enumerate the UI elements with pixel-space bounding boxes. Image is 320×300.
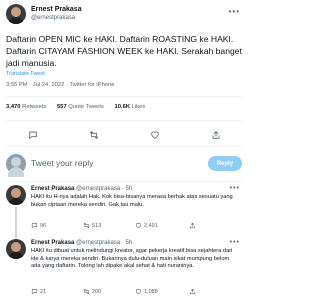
retweet-action[interactable]: 513 (83, 222, 101, 229)
divider (6, 96, 242, 97)
reply-action[interactable]: 21 (31, 288, 46, 295)
divider (6, 181, 242, 182)
likes-label: Likes (131, 104, 146, 110)
tweet-header: Ernest Prakasa @ernestprakasa ••• (6, 4, 242, 26)
retweets-stat[interactable]: 3,470 Retweets (6, 104, 46, 110)
tweet-meta[interactable]: 3:55 PM · Jul 24, 2022 · Twitter for iPh… (6, 82, 114, 88)
divider (6, 120, 242, 121)
author-name[interactable]: Ernest Prakasa (31, 5, 82, 14)
avatar-face (11, 188, 21, 198)
share-action[interactable] (189, 288, 196, 295)
reply-text: HAKI itu H-nya adalah Hak. Kok bisa-bisa… (31, 194, 233, 208)
retweet-icon (83, 288, 90, 295)
reply-input[interactable] (31, 158, 181, 168)
reply-author-handle[interactable]: @ernestprakasa · 5h (76, 186, 132, 192)
like-action[interactable]: 2,491 (135, 222, 158, 229)
avatar-body (8, 17, 24, 24)
tweet-text: Daftarin OPEN MIC ke HAKI. Daftarin ROAS… (6, 34, 242, 68)
avatar-body (8, 167, 24, 177)
more-icon[interactable]: ••• (230, 185, 240, 192)
thread-line (15, 207, 17, 239)
reply-actions: 96 513 2,491 (31, 222, 239, 231)
reply-author-name[interactable]: Ernest Prakasa (31, 186, 74, 192)
retweet-icon (83, 222, 90, 229)
avatar-face (11, 157, 21, 167)
likes-stat[interactable]: 10.6K Likes (115, 104, 146, 110)
reply-actions: 21 200 1,088 (31, 288, 239, 297)
avatar-face (11, 242, 21, 252)
divider (6, 146, 242, 147)
reply-action[interactable]: 96 (31, 222, 46, 229)
share-icon[interactable] (210, 129, 222, 141)
author-block[interactable]: Ernest Prakasa @ernestprakasa (31, 5, 82, 22)
like-icon[interactable] (149, 129, 161, 141)
reply-icon (31, 223, 38, 229)
quotes-stat[interactable]: 557 Quote Tweets (57, 104, 104, 110)
reply-button[interactable]: Reply (208, 156, 242, 171)
avatar-face (11, 7, 21, 17)
share-icon (190, 222, 195, 229)
reply-tweet[interactable]: Ernest Prakasa @ernestprakasa · 5h ••• H… (0, 239, 248, 300)
author-handle[interactable]: @ernestprakasa (31, 14, 82, 22)
retweet-count: 513 (92, 222, 102, 229)
viewer-avatar (6, 154, 26, 177)
reply-tweet[interactable]: Ernest Prakasa @ernestprakasa · 5h ••• H… (0, 185, 248, 239)
reply-author-name[interactable]: Ernest Prakasa (31, 240, 74, 246)
retweets-label: Retweets (22, 104, 47, 110)
quotes-label: Quote Tweets (68, 104, 104, 110)
tweet-stats: 3,470 Retweets 557 Quote Tweets 10.6K Li… (6, 104, 154, 110)
like-count: 1,088 (144, 288, 158, 295)
retweets-count: 3,470 (6, 104, 21, 110)
reply-icon (31, 289, 38, 295)
avatar-body (8, 198, 24, 205)
reply-header: Ernest Prakasa @ernestprakasa · 5h (31, 185, 132, 193)
like-icon (135, 223, 142, 229)
likes-count: 10.6K (114, 104, 130, 110)
retweet-action[interactable]: 200 (83, 288, 101, 295)
translate-link[interactable]: Translate Tweet (6, 71, 45, 77)
avatar-body (8, 252, 24, 259)
avatar[interactable] (6, 239, 26, 259)
reply-count: 21 (40, 288, 47, 295)
more-icon[interactable]: ••• (229, 8, 240, 16)
avatar[interactable] (6, 4, 26, 24)
avatar[interactable] (6, 185, 26, 205)
like-count: 2,491 (144, 222, 158, 229)
more-icon[interactable]: ••• (230, 239, 240, 246)
reply-icon[interactable] (27, 129, 39, 141)
reply-header: Ernest Prakasa @ernestprakasa · 5h (31, 239, 132, 247)
reply-author-handle[interactable]: @ernestprakasa · 5h (76, 240, 132, 246)
reply-count: 96 (40, 222, 47, 229)
reply-text: HAKI itu dibuat untuk melindungi kreator… (31, 248, 233, 270)
share-action[interactable] (189, 222, 196, 229)
reply-composer: Reply (0, 150, 248, 178)
share-icon (190, 288, 195, 295)
quotes-count: 557 (56, 104, 67, 110)
retweet-icon[interactable] (88, 129, 100, 141)
like-icon (135, 289, 142, 295)
like-action[interactable]: 1,088 (135, 288, 158, 295)
retweet-count: 200 (92, 288, 102, 295)
tweet-actions (0, 129, 248, 141)
